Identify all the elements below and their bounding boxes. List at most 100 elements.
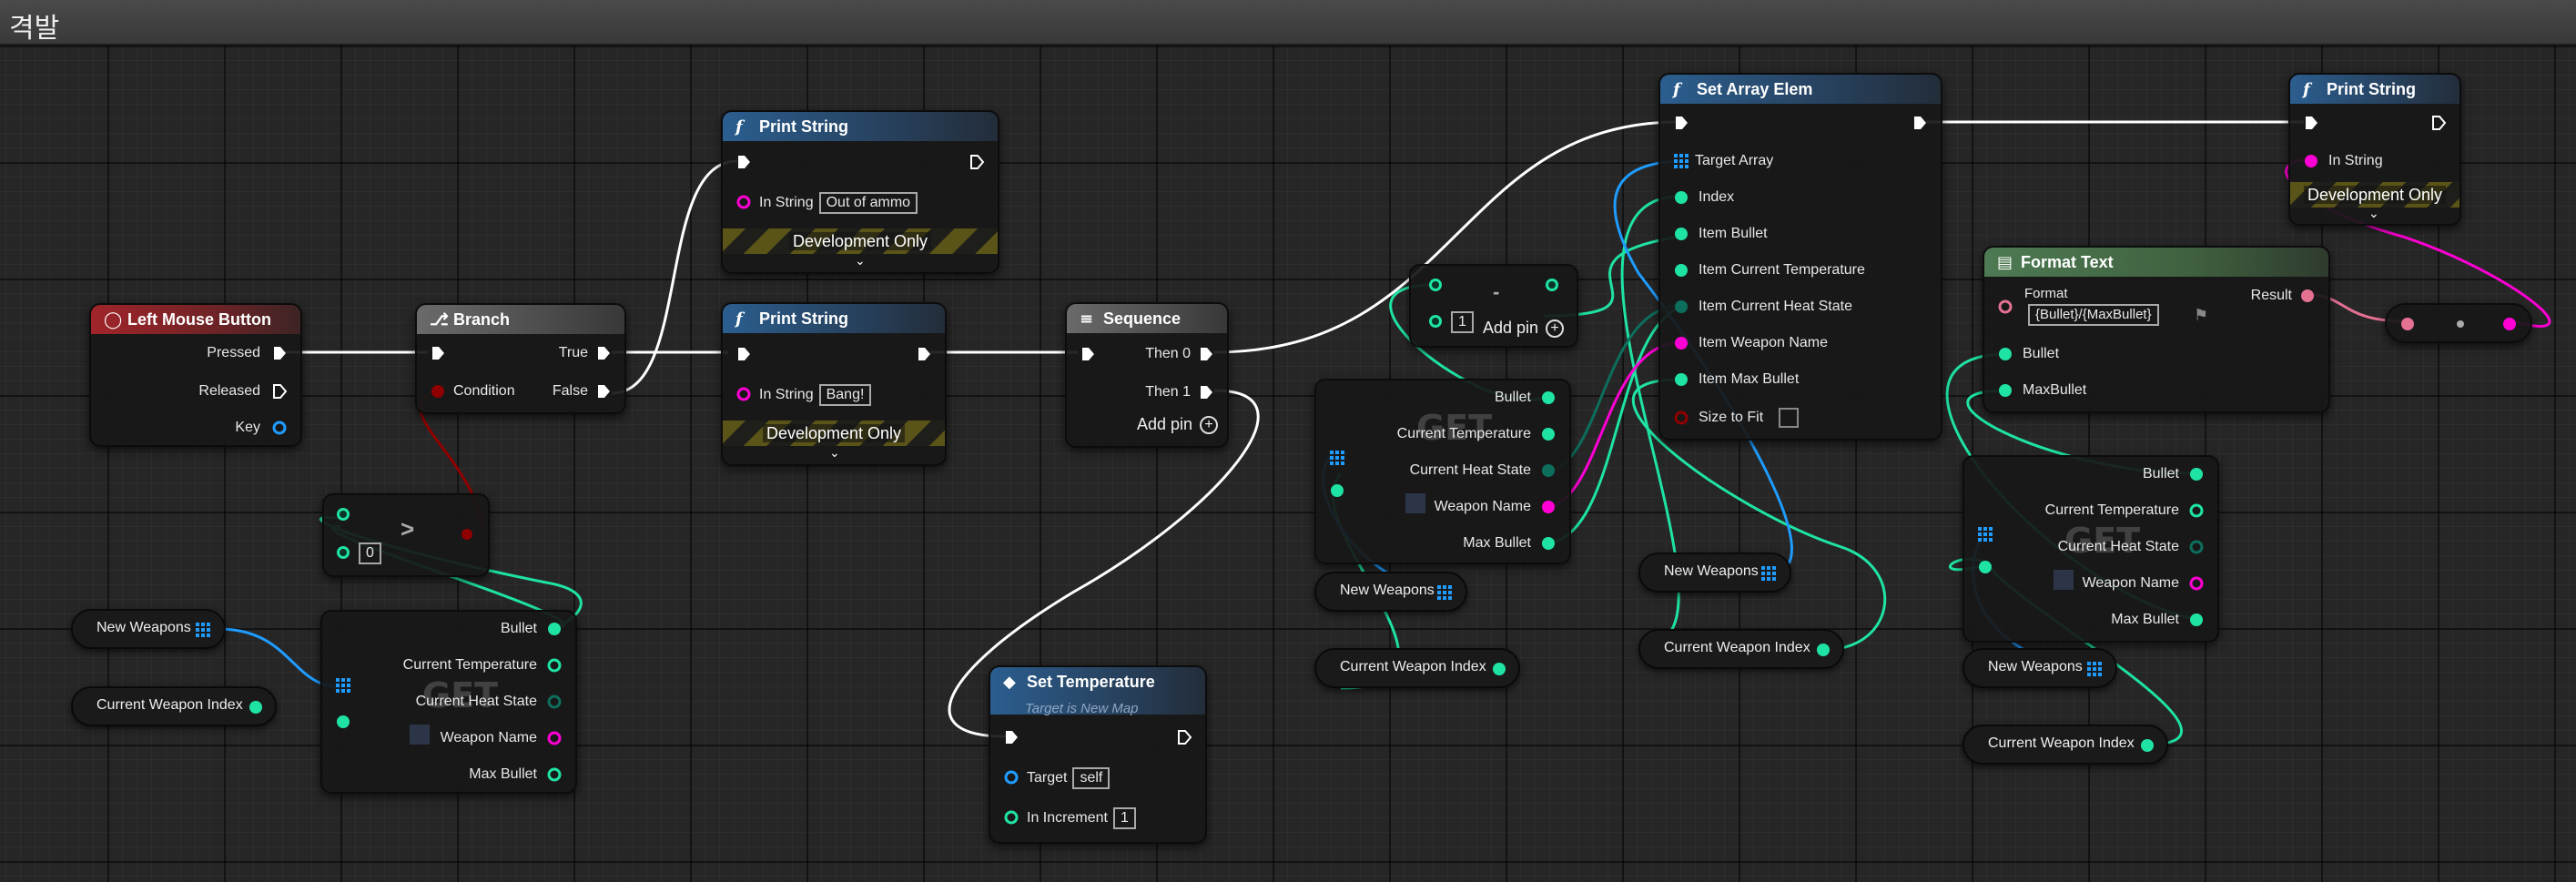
text-in-pin[interactable]: [2399, 316, 2416, 332]
int-out-pin[interactable]: [248, 699, 264, 715]
flag-icon[interactable]: ⚑: [2194, 306, 2208, 325]
exec-out-pin[interactable]: [1176, 729, 1192, 745]
greater-than-node[interactable]: 0 >: [322, 493, 490, 577]
exec-in-pin[interactable]: [1003, 729, 1019, 745]
increment-field[interactable]: 1: [1112, 807, 1136, 829]
wildcard-in-pin[interactable]: [1997, 382, 2013, 399]
int-in-pin[interactable]: [1977, 559, 1993, 575]
int-in-pin[interactable]: [1329, 482, 1345, 499]
string-in-pin[interactable]: [735, 194, 752, 210]
array-out-pin[interactable]: [195, 622, 211, 638]
exec-out-pin[interactable]: [1912, 115, 1928, 131]
exec-in-pin[interactable]: [2303, 115, 2319, 131]
set-array-elem-node[interactable]: f Set Array Elem Target Array Index Item …: [1658, 73, 1942, 441]
chevron-down-icon[interactable]: ⌄: [855, 253, 866, 269]
current-weapon-index-variable[interactable]: Current Weapon Index: [1962, 725, 2168, 765]
string-in-pin[interactable]: [1673, 335, 1689, 351]
exec-out-pin[interactable]: [595, 345, 612, 361]
int-in-pin[interactable]: [335, 544, 351, 561]
float-out-pin[interactable]: [1540, 426, 1557, 442]
exec-in-pin[interactable]: [1080, 346, 1096, 362]
left-mouse-button-node[interactable]: ◯ Left Mouse Button Pressed Released Key: [89, 303, 302, 447]
get-struct-node[interactable]: GET Bullet Current Temperature Current H…: [1314, 379, 1571, 564]
array-out-pin[interactable]: [2086, 661, 2103, 677]
size-to-fit-checkbox[interactable]: [1779, 408, 1799, 428]
in-string-field[interactable]: Bang!: [818, 384, 872, 406]
int-out-pin[interactable]: [1491, 661, 1507, 677]
float-in-pin[interactable]: [1673, 262, 1689, 279]
add-pin-button[interactable]: Add pin +: [1483, 319, 1564, 339]
enum-out-pin[interactable]: [546, 694, 563, 710]
bool-out-pin[interactable]: [459, 526, 475, 542]
exec-in-pin[interactable]: [430, 345, 446, 361]
int-out-pin[interactable]: [1540, 535, 1557, 552]
sequence-node[interactable]: ≡ Sequence Then 0 Then 1 Add pin +: [1065, 302, 1229, 448]
set-temperature-node[interactable]: ◆ Set Temperature Target is New Map Targe…: [989, 665, 1207, 844]
int-out-pin[interactable]: [2139, 737, 2155, 754]
exec-out-pin[interactable]: [1198, 346, 1214, 362]
struct-out-pin[interactable]: [271, 420, 288, 436]
subtract-value-field[interactable]: 1: [1451, 311, 1474, 333]
int-in-pin[interactable]: [335, 714, 351, 730]
get-struct-node[interactable]: GET Bullet Current Temperature Current H…: [320, 610, 577, 794]
new-weapons-variable[interactable]: New Weapons: [71, 609, 226, 649]
int-in-pin[interactable]: [1427, 277, 1444, 293]
int-in-pin[interactable]: [335, 506, 351, 522]
add-pin-button[interactable]: Add pin +: [1137, 415, 1218, 435]
int-out-pin[interactable]: [546, 621, 563, 637]
text-out-pin[interactable]: [2299, 288, 2316, 304]
int-out-pin[interactable]: [546, 766, 563, 783]
enum-out-pin[interactable]: [2188, 539, 2205, 555]
array-out-pin[interactable]: [1760, 565, 1777, 582]
int-in-pin[interactable]: [1673, 371, 1689, 388]
array-in-pin[interactable]: [1329, 450, 1345, 466]
int-in-pin[interactable]: [1673, 226, 1689, 242]
string-in-pin[interactable]: [2303, 153, 2319, 169]
array-in-pin[interactable]: [1977, 526, 1993, 542]
int-out-pin[interactable]: [1544, 277, 1560, 293]
float-out-pin[interactable]: [546, 657, 563, 674]
chevron-down-icon[interactable]: ⌄: [2368, 206, 2379, 221]
current-weapon-index-variable[interactable]: Current Weapon Index: [1638, 629, 1844, 669]
text-in-pin[interactable]: [1997, 299, 2013, 315]
bool-in-pin[interactable]: [430, 383, 446, 400]
string-in-pin[interactable]: [735, 386, 752, 402]
branch-node[interactable]: ⎇ Branch True Condition False: [415, 303, 626, 414]
int-in-pin[interactable]: [1673, 189, 1689, 206]
new-weapons-variable[interactable]: New Weapons: [1962, 648, 2117, 688]
exec-out-pin[interactable]: [595, 383, 612, 400]
new-weapons-variable[interactable]: New Weapons: [1638, 553, 1791, 593]
exec-out-pin[interactable]: [1198, 384, 1214, 400]
exec-out-pin[interactable]: [271, 383, 288, 400]
int-out-pin[interactable]: [1540, 390, 1557, 406]
string-out-pin[interactable]: [546, 730, 563, 746]
int-out-pin[interactable]: [2188, 612, 2205, 628]
exec-in-pin[interactable]: [735, 154, 752, 170]
exec-out-pin[interactable]: [916, 346, 932, 362]
object-in-pin[interactable]: [1003, 769, 1019, 786]
array-in-pin[interactable]: [335, 677, 351, 694]
exec-in-pin[interactable]: [1673, 115, 1689, 131]
current-weapon-index-variable[interactable]: Current Weapon Index: [1314, 648, 1520, 688]
float-out-pin[interactable]: [2188, 502, 2205, 519]
exec-out-pin[interactable]: [271, 345, 288, 361]
string-out-pin[interactable]: [2501, 316, 2518, 332]
string-out-pin[interactable]: [2188, 575, 2205, 592]
current-weapon-index-variable[interactable]: Current Weapon Index: [71, 686, 277, 726]
int-out-pin[interactable]: [2188, 466, 2205, 482]
exec-out-pin[interactable]: [969, 154, 985, 170]
int-in-pin[interactable]: [1427, 313, 1444, 329]
format-text-node[interactable]: ▤ Format Text Format {Bullet}/{MaxBullet}…: [1983, 246, 2330, 413]
format-field[interactable]: {Bullet}/{MaxBullet}: [2028, 304, 2159, 326]
print-string-node[interactable]: f Print String In String Out of ammo Devel…: [721, 110, 999, 274]
subtract-node[interactable]: 1 - Add pin +: [1409, 264, 1578, 348]
enum-out-pin[interactable]: [1540, 462, 1557, 479]
compare-value-field[interactable]: 0: [359, 542, 381, 564]
exec-out-pin[interactable]: [2430, 115, 2447, 131]
exec-in-pin[interactable]: [735, 346, 752, 362]
enum-in-pin[interactable]: [1673, 299, 1689, 315]
array-out-pin[interactable]: [1436, 584, 1453, 601]
target-field[interactable]: self: [1072, 767, 1111, 789]
chevron-down-icon[interactable]: ⌄: [829, 445, 840, 461]
in-string-field[interactable]: Out of ammo: [818, 192, 918, 214]
